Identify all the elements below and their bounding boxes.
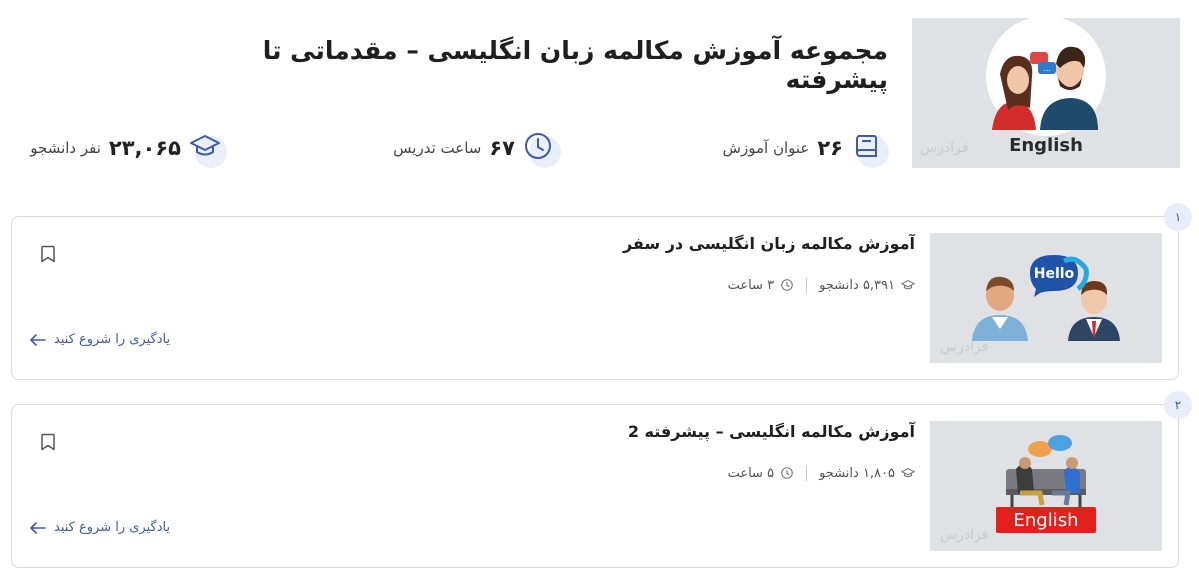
stat-courses: ۲۶ عنوان آموزش (723, 128, 891, 168)
start-learning-link[interactable]: یادگیری را شروع کنید (30, 332, 170, 347)
hours-count: ۶۷ (489, 136, 515, 160)
course-duration: ۳ ساعت (727, 277, 775, 293)
course-meta: ۵,۳۹۱ دانشجو ۳ ساعت (728, 277, 915, 293)
course-card[interactable]: ۱ Hello فرادرس آموزش مکالمه زبان انگلیسی… (11, 203, 1192, 380)
course-meta: ۱,۸۰۵ دانشجو ۵ ساعت (728, 465, 915, 481)
course-index-badge: ۲ (1164, 391, 1192, 419)
arrow-left-icon (30, 521, 46, 534)
thumbnail-caption: English (1009, 135, 1083, 156)
clock-icon (781, 467, 793, 479)
page-title: مجموعه آموزش مکالمه زبان انگلیسی – مقدما… (262, 36, 888, 94)
course-index-badge: ۱ (1164, 203, 1192, 231)
start-learning-label: یادگیری را شروع کنید (54, 520, 171, 535)
bookmark-icon[interactable] (40, 245, 56, 263)
book-icon (851, 128, 891, 168)
course-students: ۵,۳۹۱ دانشجو (819, 277, 895, 293)
bubble-text: Hello (1034, 266, 1075, 282)
course-thumbnail[interactable]: Hello فرادرس (930, 233, 1162, 363)
stat-hours: ۶۷ ساعت تدریس (393, 128, 563, 168)
students-count: ۲۳,۰۶۵ (108, 136, 181, 160)
courses-label: عنوان آموزش (722, 139, 810, 157)
svg-text:...: ... (1043, 64, 1051, 73)
watermark: فرادرس (940, 339, 989, 355)
divider (806, 277, 808, 293)
watermark: فرادرس (940, 527, 989, 543)
hours-label: ساعت تدریس (393, 139, 482, 157)
banner-text: English (1014, 510, 1079, 531)
bookmark-icon[interactable] (40, 433, 56, 451)
clock-icon (781, 279, 793, 291)
courses-count: ۲۶ (817, 136, 843, 160)
arrow-left-icon (30, 333, 46, 346)
graduation-cap-icon (901, 280, 915, 290)
start-learning-label: یادگیری را شروع کنید (54, 332, 171, 347)
stat-students: ۲۳,۰۶۵ نفر دانشجو (30, 128, 229, 168)
course-thumbnail[interactable]: English فرادرس (930, 421, 1162, 551)
start-learning-link[interactable]: یادگیری را شروع کنید (30, 520, 170, 535)
course-students: ۱,۸۰۵ دانشجو (819, 465, 895, 481)
watermark: فرادرس (920, 140, 969, 156)
course-duration: ۵ ساعت (727, 465, 775, 481)
course-card[interactable]: ۲ English فرادرس آموزش مکالمه انگلیسی – … (11, 391, 1192, 568)
students-label: نفر دانشجو (30, 139, 101, 157)
collection-thumbnail: ... English فرادرس (912, 18, 1180, 168)
divider (806, 465, 808, 481)
graduation-cap-icon (189, 128, 229, 168)
graduation-cap-icon (901, 468, 915, 478)
course-title[interactable]: آموزش مکالمه زبان انگلیسی در سفر (623, 234, 915, 253)
clock-icon (523, 128, 563, 168)
course-title[interactable]: آموزش مکالمه انگلیسی – پیشرفته 2 (628, 422, 915, 441)
